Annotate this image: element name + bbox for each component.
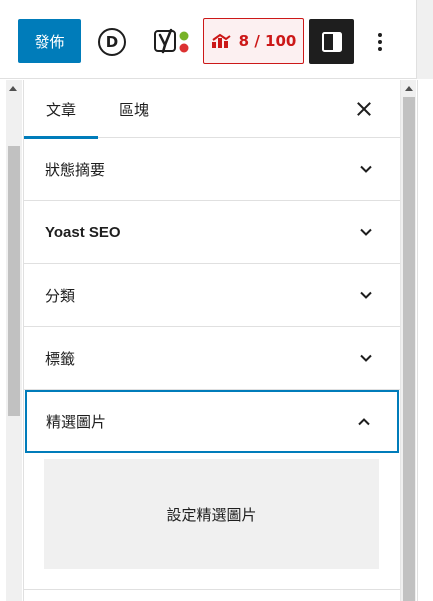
panel-scrollbar[interactable] [400,80,416,601]
section-summary[interactable]: 狀態摘要 [24,138,400,201]
content-scrollbar[interactable] [6,80,22,601]
dot [378,33,382,37]
section-tags-label: 標籤 [45,349,76,368]
section-categories[interactable]: 分類 [24,264,400,327]
dot [378,40,382,44]
window-edge [416,0,433,79]
window-edge [417,80,433,601]
chevron-down-icon [360,165,372,173]
section-featured-image[interactable]: 精選圖片 [25,390,399,453]
seo-score-button[interactable]: 8 / 100 [203,18,304,64]
dot [378,47,382,51]
scroll-up-arrow-icon[interactable] [405,86,413,91]
divi-logo-icon[interactable]: D [98,28,126,56]
publish-button[interactable]: 發佈 [18,19,81,63]
close-panel-button[interactable] [350,95,378,123]
section-tags[interactable]: 標籤 [24,327,400,390]
divi-letter: D [105,32,119,51]
scrollbar-thumb[interactable] [8,146,20,416]
settings-panel: 文章 區塊 狀態摘要 Yoast SEO 分類 標籤 精選圖片 設定精選圖片 [23,80,400,601]
section-featured-image-label: 精選圖片 [46,413,107,431]
more-options-button[interactable] [368,28,392,56]
section-categories-label: 分類 [45,286,76,305]
chevron-down-icon [360,228,372,236]
tab-post[interactable]: 文章 [24,80,98,139]
section-yoast-seo[interactable]: Yoast SEO [24,201,400,264]
scroll-up-arrow-icon[interactable] [9,86,17,91]
yoast-icon[interactable] [153,28,191,56]
panel-tabs: 文章 區塊 [24,80,400,139]
sidebar-icon [321,31,342,52]
section-yoast-seo-label: Yoast SEO [45,223,121,241]
settings-sidebar-toggle-button[interactable] [309,19,354,64]
score-chart-icon [211,33,231,48]
chevron-down-icon [360,354,372,362]
scrollbar-thumb[interactable] [403,97,415,601]
editor-toolbar: 發佈 D 8 / 100 [0,0,433,79]
set-featured-image-button[interactable]: 設定精選圖片 [44,459,379,569]
tab-block[interactable]: 區塊 [106,80,162,138]
divider [24,589,400,590]
section-summary-label: 狀態摘要 [45,160,106,179]
chevron-up-icon [358,418,370,426]
close-icon [357,102,371,116]
chevron-down-icon [360,291,372,299]
seo-score-label: 8 / 100 [238,32,297,50]
